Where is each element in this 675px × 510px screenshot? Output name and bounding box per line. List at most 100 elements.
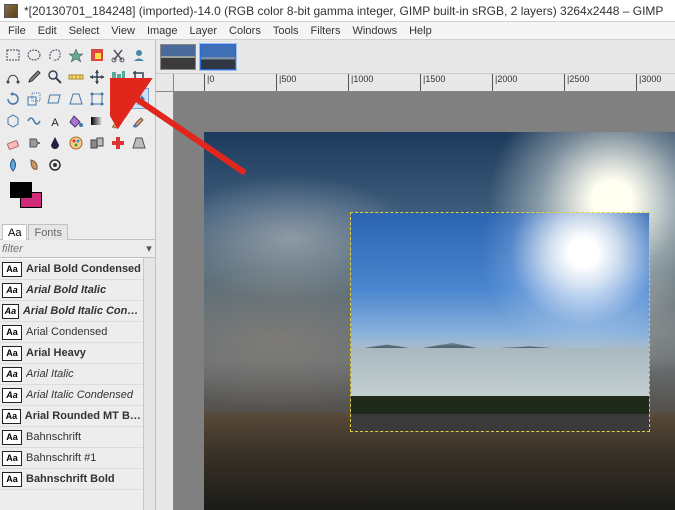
tab-aa[interactable]: Aa: [2, 224, 27, 240]
menu-file[interactable]: File: [2, 24, 32, 38]
font-name-label: Arial Heavy: [26, 347, 86, 359]
tool-ink[interactable]: [44, 132, 65, 153]
tool-perspective-clone[interactable]: [128, 132, 149, 153]
tool-handle-transform[interactable]: [107, 88, 128, 109]
menu-windows[interactable]: Windows: [346, 24, 403, 38]
image-tab-1[interactable]: [200, 44, 236, 70]
tab-fonts[interactable]: Fonts: [28, 224, 68, 240]
menu-tools[interactable]: Tools: [267, 24, 305, 38]
font-name-label: Arial Bold Condensed: [26, 263, 141, 275]
tool-smudge[interactable]: [23, 154, 44, 175]
menu-help[interactable]: Help: [403, 24, 438, 38]
font-item[interactable]: AaArial Italic: [0, 364, 143, 385]
tool-shear[interactable]: [44, 88, 65, 109]
font-item[interactable]: AaArial Bold Italic Condensed: [0, 301, 143, 322]
font-item[interactable]: AaArial Italic Condensed: [0, 385, 143, 406]
tool-foreground-select[interactable]: [128, 44, 149, 65]
tool-heal[interactable]: [107, 132, 128, 153]
pasted-layer[interactable]: [351, 213, 649, 431]
fg-color-swatch[interactable]: [10, 182, 32, 198]
tool-bucket-fill[interactable]: [65, 110, 86, 131]
menu-layer[interactable]: Layer: [184, 24, 224, 38]
ruler-tick: |2500: [564, 74, 589, 92]
font-filter-input[interactable]: [2, 243, 145, 255]
ruler-horizontal[interactable]: |0|500|1000|1500|2000|2500|3000: [174, 74, 675, 92]
font-sample-icon: Aa: [2, 346, 22, 361]
tool-mypaint[interactable]: [65, 132, 86, 153]
font-item[interactable]: AaArial Bold Italic: [0, 280, 143, 301]
menu-image[interactable]: Image: [141, 24, 184, 38]
font-item[interactable]: AaBahnschrift #1: [0, 448, 143, 469]
menu-edit[interactable]: Edit: [32, 24, 63, 38]
ruler-tick: |2000: [492, 74, 517, 92]
tool-dodge[interactable]: [44, 154, 65, 175]
canvas[interactable]: [174, 92, 675, 510]
tool-pencil[interactable]: [107, 110, 128, 131]
font-item[interactable]: Aa Arial Heavy: [0, 343, 143, 364]
tool-crop[interactable]: [128, 66, 149, 87]
selection-marquee[interactable]: [350, 212, 650, 432]
font-item[interactable]: AaBahnschrift Bold: [0, 469, 143, 490]
tool-gradient[interactable]: [86, 110, 107, 131]
menu-view[interactable]: View: [105, 24, 141, 38]
image-tab-0[interactable]: [160, 44, 196, 70]
tool-text[interactable]: A: [44, 110, 65, 131]
tool-airbrush[interactable]: [23, 132, 44, 153]
font-item[interactable]: AaBahnschrift: [0, 427, 143, 448]
tool-scale[interactable]: [23, 88, 44, 109]
titlebar: *[20130701_184248] (imported)-14.0 (RGB …: [0, 0, 675, 22]
app-icon: [4, 4, 18, 18]
tool-paths[interactable]: [2, 66, 23, 87]
font-sample-icon: Aa: [2, 325, 22, 340]
tool-rotate[interactable]: [2, 88, 23, 109]
tool-flip[interactable]: [128, 88, 149, 109]
tool-align[interactable]: [107, 66, 128, 87]
ruler-tick: |500: [276, 74, 296, 92]
tool-clone[interactable]: [86, 132, 107, 153]
tool-perspective[interactable]: [65, 88, 86, 109]
tool-free-select[interactable]: [44, 44, 65, 65]
ruler-tick: |1000: [348, 74, 373, 92]
font-list-scrollbar[interactable]: [143, 258, 155, 510]
window-title: *[20130701_184248] (imported)-14.0 (RGB …: [24, 4, 663, 18]
tool-fuzzy-select[interactable]: [65, 44, 86, 65]
ruler-corner: [156, 74, 174, 92]
font-item[interactable]: AaArial Rounded MT Bold,: [0, 406, 143, 427]
menu-filters[interactable]: Filters: [305, 24, 347, 38]
tool-move[interactable]: [86, 66, 107, 87]
tool-rect-select[interactable]: [2, 44, 23, 65]
left-panel: A Aa Fonts ▾ AaArial Bold CondensedAaAri…: [0, 40, 156, 510]
font-item[interactable]: AaArial Bold Condensed: [0, 259, 143, 280]
ruler-tick: |3000: [636, 74, 661, 92]
tool-cage[interactable]: [2, 110, 23, 131]
font-sample-icon: Aa: [2, 304, 19, 319]
tool-color-picker[interactable]: [23, 66, 44, 87]
tool-color-select[interactable]: [86, 44, 107, 65]
font-name-label: Arial Bold Italic: [26, 284, 106, 296]
tool-warp[interactable]: [23, 110, 44, 131]
font-dock-tabs: Aa Fonts: [0, 222, 155, 240]
menu-colors[interactable]: Colors: [223, 24, 267, 38]
tool-blur[interactable]: [2, 154, 23, 175]
tool-scissors[interactable]: [107, 44, 128, 65]
font-sample-icon: Aa: [2, 367, 22, 382]
font-list[interactable]: AaArial Bold CondensedAaArial Bold Itali…: [0, 258, 143, 510]
color-swatches[interactable]: [6, 182, 155, 222]
tool-ellipse-select[interactable]: [23, 44, 44, 65]
svg-text:A: A: [51, 117, 59, 129]
tool-zoom[interactable]: [44, 66, 65, 87]
tool-paintbrush[interactable]: [128, 110, 149, 131]
font-sample-icon: Aa: [2, 472, 22, 487]
tool-measure[interactable]: [65, 66, 86, 87]
font-name-label: Arial Rounded MT Bold,: [25, 410, 141, 422]
menu-select[interactable]: Select: [63, 24, 106, 38]
ruler-tick: |0: [204, 74, 214, 92]
ruler-vertical[interactable]: [156, 92, 174, 510]
font-sample-icon: Aa: [2, 430, 22, 445]
tool-eraser[interactable]: [2, 132, 23, 153]
tool-unified-transform[interactable]: [86, 88, 107, 109]
image-tabs: [156, 40, 675, 74]
menubar: File Edit Select View Image Layer Colors…: [0, 22, 675, 40]
font-filter-dropdown-icon[interactable]: ▾: [145, 242, 153, 255]
font-item[interactable]: AaArial Condensed: [0, 322, 143, 343]
